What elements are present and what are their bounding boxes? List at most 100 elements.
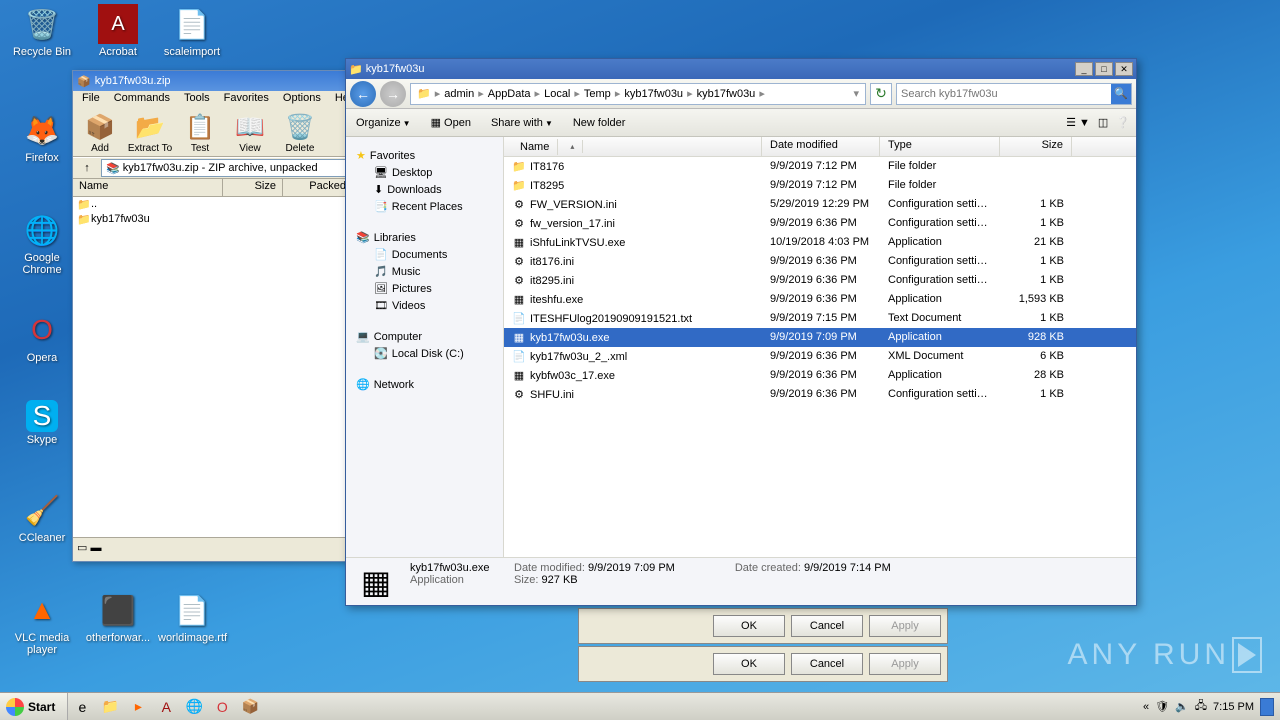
crumb[interactable]: AppData	[486, 88, 533, 100]
nav-pictures[interactable]: 🖼Pictures	[350, 280, 499, 297]
desktop-icon-ccleaner[interactable]: 🧹CCleaner	[8, 490, 76, 544]
breadcrumb[interactable]: 📁▸ admin▸ AppData▸ Local▸ Temp▸ kyb17fw0…	[410, 83, 866, 105]
network-icon[interactable]: 🖧	[1195, 697, 1207, 716]
nav-localdisk[interactable]: 💽Local Disk (C:)	[350, 345, 499, 362]
nav-desktop[interactable]: 🖥Desktop	[350, 164, 499, 181]
col-name[interactable]: Name	[73, 179, 223, 196]
favorites-group[interactable]: ★Favorites	[350, 149, 499, 162]
icon-label: Google Chrome	[8, 252, 76, 276]
vlc-icon[interactable]: ▸	[126, 697, 150, 717]
desktop-icon-worldimage[interactable]: 📄worldimage.rtf	[158, 590, 226, 644]
menu-commands[interactable]: Commands	[107, 91, 177, 109]
nav-downloads[interactable]: ⬇Downloads	[350, 181, 499, 198]
crumb[interactable]: Temp	[582, 88, 613, 100]
col-date[interactable]: Date modified	[762, 137, 880, 156]
share-menu[interactable]: Share with▼	[487, 115, 557, 131]
desktop-icon-otherforwar[interactable]: ⬛otherforwar...	[84, 590, 152, 644]
menu-options[interactable]: Options	[276, 91, 328, 109]
search-button[interactable]: 🔍	[1111, 84, 1131, 104]
desktop-icon-skype[interactable]: SSkype	[8, 400, 76, 446]
volume-icon[interactable]: 🔈	[1175, 700, 1189, 713]
desktop-icon-firefox[interactable]: 🦊Firefox	[8, 110, 76, 164]
col-size[interactable]: Size	[1000, 137, 1072, 156]
menu-file[interactable]: File	[75, 91, 107, 109]
forward-button[interactable]: →	[380, 81, 406, 107]
chevron-down-icon[interactable]: ▾	[851, 87, 861, 100]
file-row[interactable]: ▦kybfw03c_17.exe9/9/2019 6:36 PMApplicat…	[504, 366, 1136, 385]
view-menu[interactable]: ☰ ▼	[1066, 116, 1090, 129]
file-row[interactable]: 📄ITESHFUlog20190909191521.txt9/9/2019 7:…	[504, 309, 1136, 328]
help-button[interactable]: ❔	[1116, 116, 1130, 129]
nav-music[interactable]: 🎵Music	[350, 263, 499, 280]
tool-test[interactable]: 📋Test	[175, 111, 225, 154]
crumb[interactable]: kyb17fw03u	[695, 88, 758, 100]
start-button[interactable]: Start	[0, 693, 68, 720]
ie-icon[interactable]: e	[70, 697, 94, 717]
ok-button[interactable]: OK	[713, 653, 785, 675]
clock[interactable]: 7:15 PM	[1213, 701, 1254, 713]
acrobat-icon[interactable]: A	[154, 697, 178, 717]
show-desktop-button[interactable]	[1260, 698, 1274, 716]
chrome-icon[interactable]: 🌐	[182, 697, 206, 717]
file-row[interactable]: ▦kyb17fw03u.exe9/9/2019 7:09 PMApplicati…	[504, 328, 1136, 347]
chevron-icon[interactable]: «	[1143, 701, 1149, 713]
desktop-icon-chrome[interactable]: 🌐Google Chrome	[8, 210, 76, 276]
nav-recent[interactable]: 📑Recent Places	[350, 198, 499, 215]
open-button[interactable]: ▦ Open	[427, 114, 475, 131]
file-row[interactable]: ▦iShfuLinkTVSU.exe10/19/2018 4:03 PMAppl…	[504, 233, 1136, 252]
ok-button[interactable]: OK	[713, 615, 785, 637]
file-row[interactable]: 📄kyb17fw03u_2_.xml9/9/2019 6:36 PMXML Do…	[504, 347, 1136, 366]
file-row[interactable]: ⚙fw_version_17.ini9/9/2019 6:36 PMConfig…	[504, 214, 1136, 233]
close-button[interactable]: ✕	[1115, 62, 1133, 76]
security-icon[interactable]: 🛡	[1155, 700, 1169, 713]
col-name[interactable]: Name ▴	[504, 137, 762, 156]
file-row[interactable]: 📁IT82959/9/2019 7:12 PMFile folder	[504, 176, 1136, 195]
file-row[interactable]: ⚙it8176.ini9/9/2019 6:36 PMConfiguration…	[504, 252, 1136, 271]
file-row[interactable]: ⚙FW_VERSION.ini5/29/2019 12:29 PMConfigu…	[504, 195, 1136, 214]
apply-button[interactable]: Apply	[869, 653, 941, 675]
minimize-button[interactable]: _	[1075, 62, 1093, 76]
explorer-icon[interactable]: 📁	[98, 697, 122, 717]
opera-icon[interactable]: O	[210, 697, 234, 717]
search-input[interactable]	[897, 88, 1111, 100]
desktop-icon-acrobat[interactable]: AAcrobat	[84, 4, 152, 58]
up-button[interactable]: ↑	[77, 162, 97, 174]
tool-delete[interactable]: 🗑️Delete	[275, 111, 325, 154]
vlc-icon: ▲	[22, 590, 62, 630]
file-row[interactable]: 📁IT81769/9/2019 7:12 PMFile folder	[504, 157, 1136, 176]
apply-button[interactable]: Apply	[869, 615, 941, 637]
explorer-titlebar[interactable]: 📁 kyb17fw03u _ □ ✕	[346, 59, 1136, 79]
maximize-button[interactable]: □	[1095, 62, 1113, 76]
desktop-icon-vlc[interactable]: ▲VLC media player	[8, 590, 76, 656]
tool-view[interactable]: 📖View	[225, 111, 275, 154]
organize-menu[interactable]: Organize▼	[352, 115, 415, 131]
cancel-button[interactable]: Cancel	[791, 653, 863, 675]
back-button[interactable]: ←	[350, 81, 376, 107]
computer-group[interactable]: 💻Computer	[350, 330, 499, 343]
libraries-group[interactable]: 📚Libraries	[350, 231, 499, 244]
cancel-button[interactable]: Cancel	[791, 615, 863, 637]
file-row[interactable]: ⚙it8295.ini9/9/2019 6:36 PMConfiguration…	[504, 271, 1136, 290]
network-group[interactable]: 🌐Network	[350, 378, 499, 391]
col-packed[interactable]: Packed	[283, 179, 353, 196]
desktop-icon-opera[interactable]: OOpera	[8, 310, 76, 364]
menu-favorites[interactable]: Favorites	[217, 91, 276, 109]
crumb[interactable]: admin	[442, 88, 476, 100]
crumb[interactable]: kyb17fw03u	[622, 88, 685, 100]
refresh-button[interactable]: ↻	[870, 83, 892, 105]
newfolder-button[interactable]: New folder	[569, 115, 630, 131]
nav-documents[interactable]: 📄Documents	[350, 246, 499, 263]
col-size[interactable]: Size	[223, 179, 283, 196]
file-row[interactable]: ▦iteshfu.exe9/9/2019 6:36 PMApplication1…	[504, 290, 1136, 309]
file-row[interactable]: ⚙SHFU.ini9/9/2019 6:36 PMConfiguration s…	[504, 385, 1136, 404]
winrar-icon[interactable]: 📦	[238, 697, 262, 717]
preview-pane-button[interactable]: ◫	[1098, 116, 1108, 129]
nav-videos[interactable]: 🎞Videos	[350, 297, 499, 314]
desktop-icon-scaleimport[interactable]: 📄scaleimport	[158, 4, 226, 58]
col-type[interactable]: Type	[880, 137, 1000, 156]
tool-add[interactable]: 📦Add	[75, 111, 125, 154]
tool-extract[interactable]: 📂Extract To	[125, 111, 175, 154]
menu-tools[interactable]: Tools	[177, 91, 217, 109]
desktop-icon-recycle[interactable]: 🗑️Recycle Bin	[8, 4, 76, 58]
crumb[interactable]: Local	[542, 88, 572, 100]
